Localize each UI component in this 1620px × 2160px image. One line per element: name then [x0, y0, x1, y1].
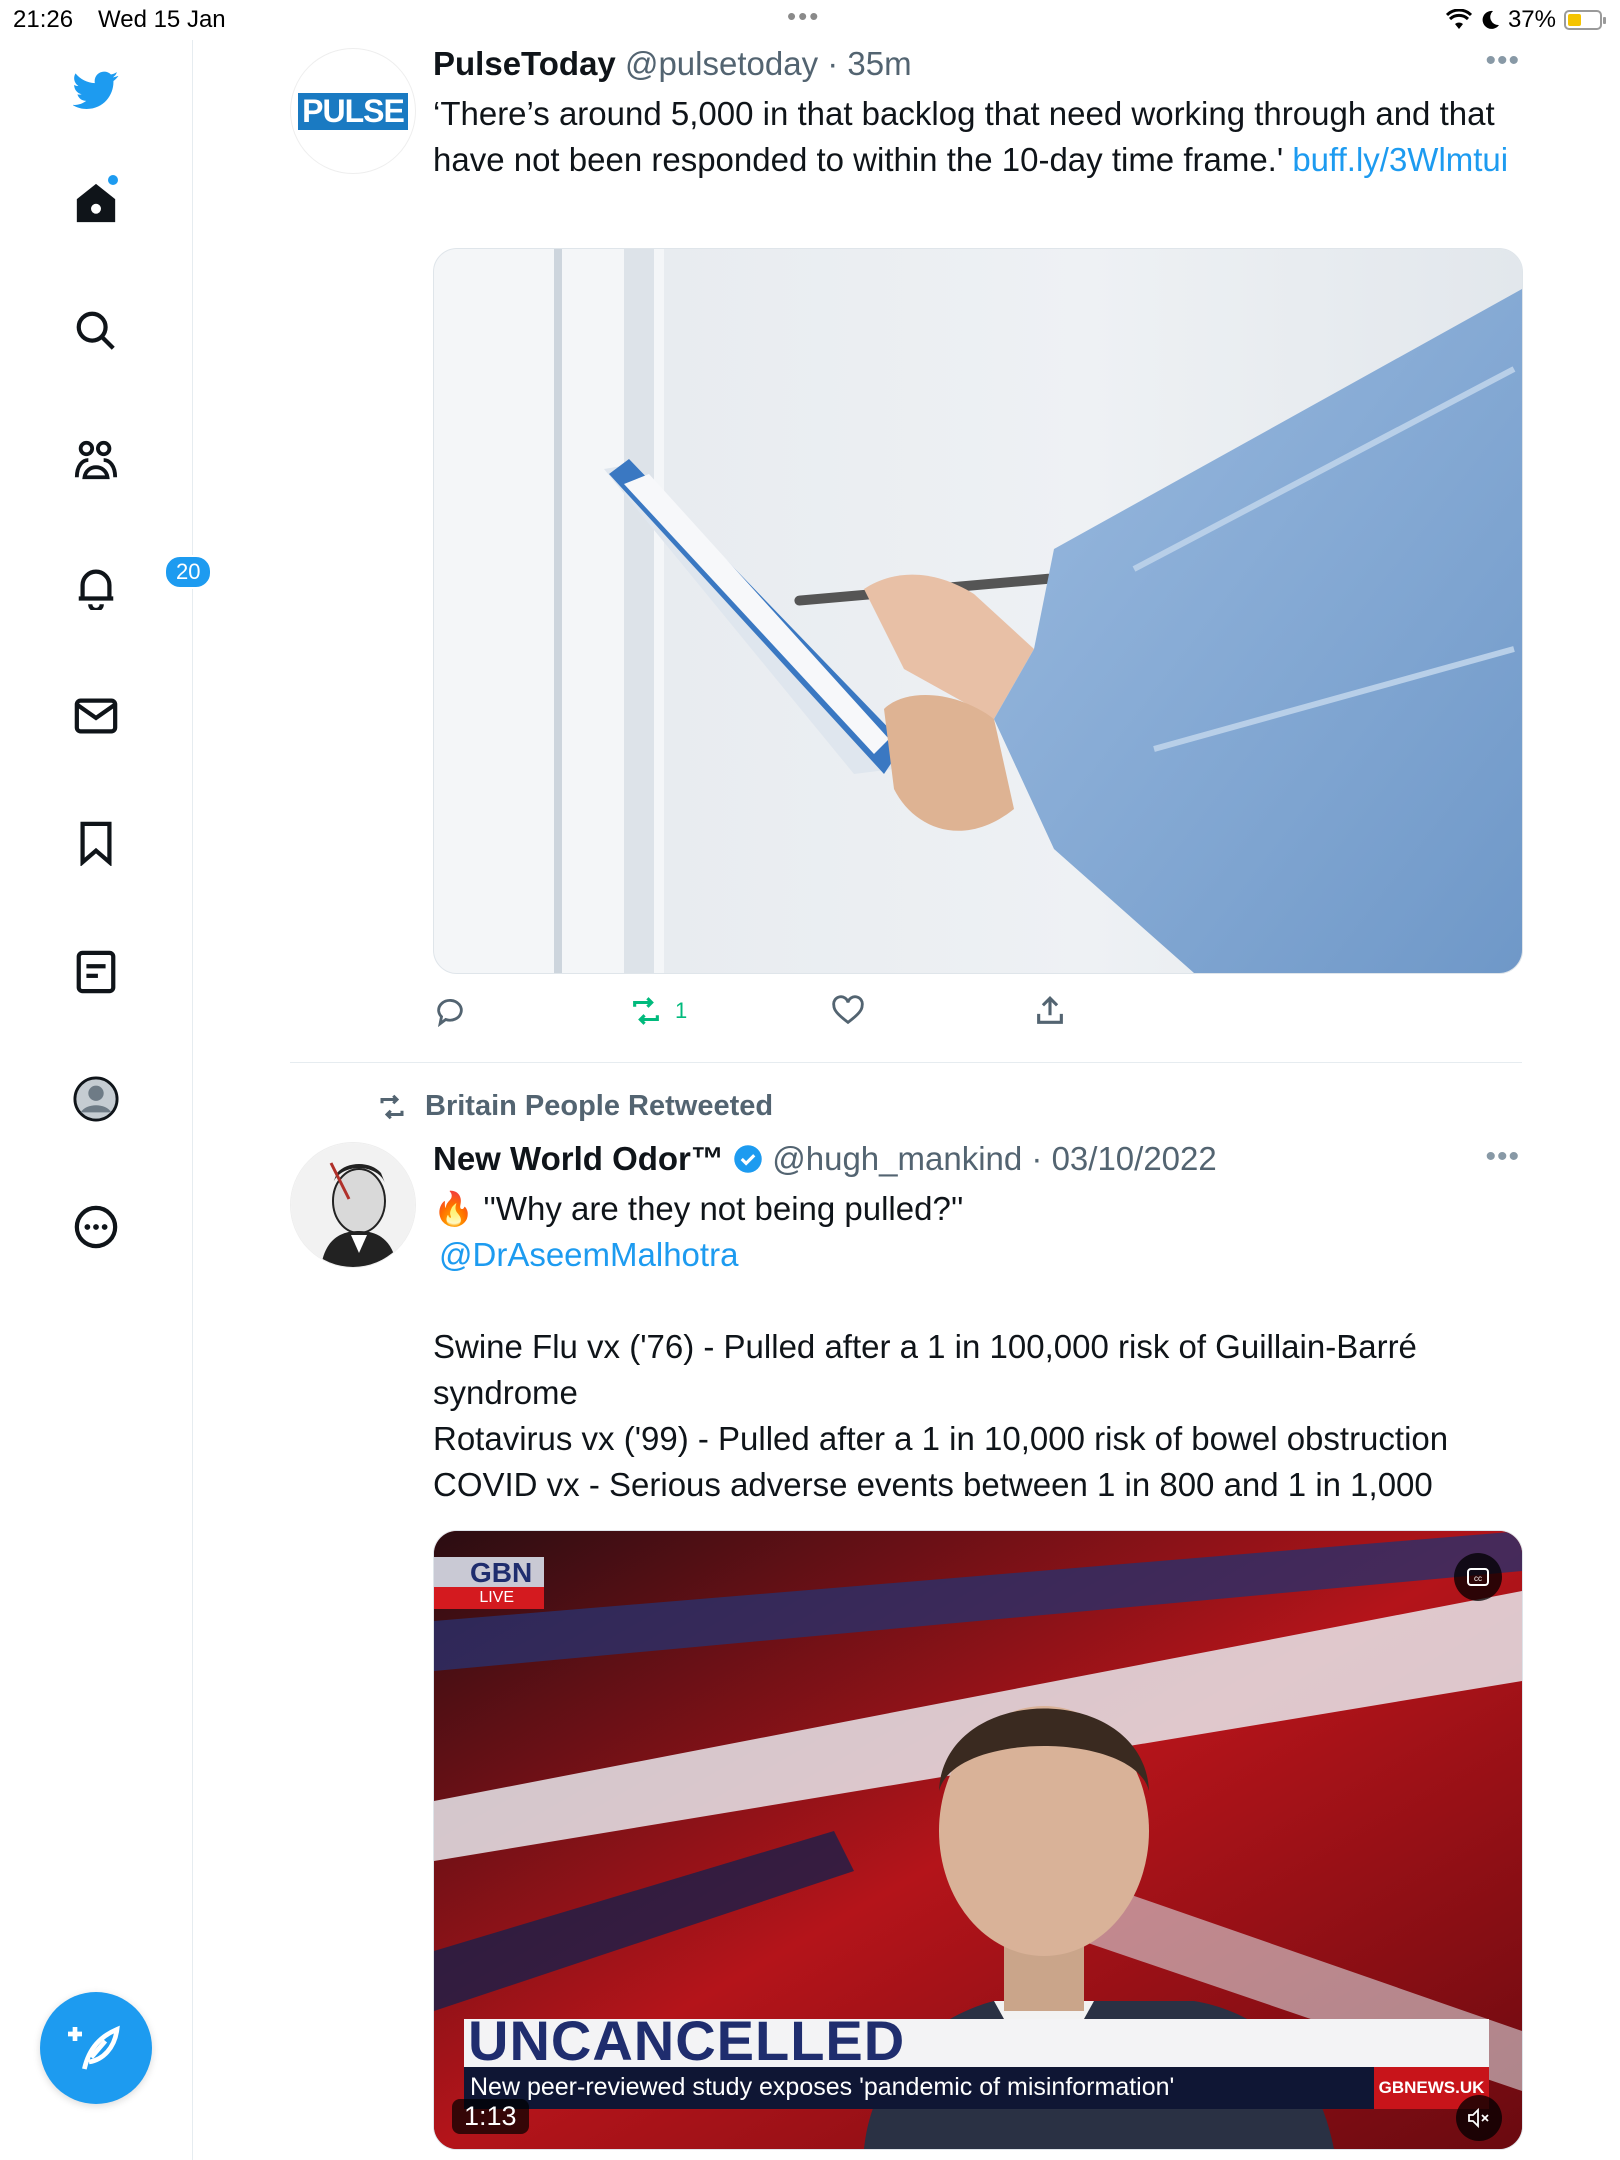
status-right: 37%	[1445, 6, 1606, 34]
retweet-count: 1	[675, 998, 688, 1023]
status-date: Wed 15 Jan	[98, 6, 226, 33]
search-icon[interactable]	[66, 301, 126, 361]
bookmarks-icon[interactable]	[66, 813, 126, 873]
muted-speaker-icon	[1468, 2107, 1489, 2129]
captions-icon: cc	[1467, 1568, 1489, 1586]
share-icon	[1037, 996, 1063, 1024]
portrait-avatar	[291, 1143, 415, 1267]
news-ticker: New peer-reviewed study exposes 'pandemi…	[470, 2073, 1175, 2101]
tweet-line-1: 🔥 ''Why are they not being pulled?''	[433, 1186, 1533, 1232]
wifi-icon	[1445, 9, 1472, 29]
home-icon[interactable]	[66, 173, 126, 233]
retweet-icon	[633, 997, 659, 1025]
captions-button[interactable]: cc	[1454, 1553, 1502, 1601]
share-button[interactable]	[1033, 994, 1067, 1028]
compose-tweet-button[interactable]	[40, 1992, 152, 2104]
multitasking-dots-icon[interactable]: •••	[787, 3, 820, 29]
handle[interactable]: @hugh_mankind	[772, 1140, 1022, 1177]
handle[interactable]: @pulsetoday	[625, 45, 818, 82]
home-unread-dot	[108, 175, 118, 185]
verified-badge-icon	[734, 1145, 762, 1173]
video-duration: 1:13	[452, 2099, 529, 2134]
heart-icon	[832, 995, 864, 1025]
tweet-more-icon[interactable]: •••	[1485, 44, 1520, 78]
tweet-divider	[290, 1062, 1522, 1063]
tweet-text: 🔥 ''Why are they not being pulled?'' @Dr…	[433, 1186, 1533, 1508]
like-button[interactable]	[831, 994, 865, 1028]
fire-emoji-icon: 🔥	[433, 1190, 475, 1227]
retweeted-by[interactable]: Britain People Retweeted	[375, 1090, 773, 1123]
communities-icon[interactable]	[66, 430, 126, 490]
tweet-video[interactable]: GBN LIVE cc UNCANCELLED New peer-reviewe…	[433, 1530, 1523, 2150]
banner-title: UNCANCELLED	[468, 2009, 906, 2072]
notifications-badge: 20	[164, 555, 213, 589]
retweeted-by-label: Britain People Retweeted	[425, 1090, 774, 1122]
tweet-quote: ''Why are they not being pulled?''	[483, 1190, 964, 1227]
mute-button[interactable]	[1456, 2095, 1502, 2141]
timestamp[interactable]: 03/10/2022	[1052, 1140, 1217, 1177]
tweet-body-line: Swine Flu vx ('76) - Pulled after a 1 in…	[433, 1328, 1417, 1411]
twitter-logo-icon[interactable]	[66, 60, 126, 120]
status-time: 21:26	[13, 6, 74, 33]
battery-fill	[1568, 14, 1581, 26]
sidebar: 20	[0, 40, 213, 2160]
reply-icon	[437, 998, 463, 1028]
tweet-body-line: Rotavirus vx ('99) - Pulled after a 1 in…	[433, 1420, 1449, 1457]
tweet-more-icon[interactable]: •••	[1485, 1140, 1520, 1174]
profile-avatar-icon[interactable]	[66, 1069, 126, 1129]
tweet-header: New World Odor™ @hugh_mankind · 03/10/20…	[433, 1140, 1217, 1177]
svg-text:cc: cc	[1474, 1574, 1482, 1583]
tweet-link[interactable]: buff.ly/3Wlmtui	[1292, 141, 1508, 178]
tweet-header: PulseToday @pulsetoday · 35m	[433, 45, 912, 82]
messages-envelope-icon[interactable]	[66, 686, 126, 746]
display-name[interactable]: New World Odor™	[433, 1140, 724, 1177]
avatar-pulsetoday[interactable]: PULSE	[290, 48, 416, 174]
battery-icon	[1564, 10, 1606, 30]
clipboard-photo	[434, 249, 1522, 973]
battery-percent: 37%	[1507, 6, 1556, 33]
display-name[interactable]: PulseToday	[433, 45, 616, 82]
tweet-text: ‘There’s around 5,000 in that backlog th…	[433, 91, 1533, 183]
notifications-bell-icon[interactable]: 20	[66, 555, 213, 617]
tweet-body-line: COVID vx - Serious adverse events betwee…	[433, 1466, 1433, 1503]
compose-feather-icon	[68, 2025, 120, 2070]
mention-link[interactable]: @DrAseemMalhotra	[439, 1236, 738, 1273]
moon-icon	[1482, 10, 1499, 29]
retweet-button[interactable]: 1	[629, 994, 687, 1028]
more-circle-icon[interactable]	[66, 1197, 126, 1257]
status-bar: 21:26 Wed 15 Jan ••• 37%	[0, 0, 1620, 40]
avatar-hugh-mankind[interactable]	[290, 1142, 416, 1268]
tweet-image[interactable]	[433, 248, 1523, 974]
reply-button[interactable]	[433, 994, 467, 1028]
timestamp[interactable]: 35m	[847, 45, 911, 82]
live-label: LIVE	[434, 1587, 544, 1609]
lower-third-banner: UNCANCELLED New peer-reviewed study expo…	[464, 2013, 1489, 2109]
pulse-logo: PULSE	[298, 92, 408, 130]
retweet-indicator-icon	[380, 1094, 404, 1119]
gbn-logo: GBN LIVE	[434, 1557, 544, 1609]
tweet-actions: 1	[433, 994, 1133, 1034]
lists-icon[interactable]	[66, 942, 126, 1002]
